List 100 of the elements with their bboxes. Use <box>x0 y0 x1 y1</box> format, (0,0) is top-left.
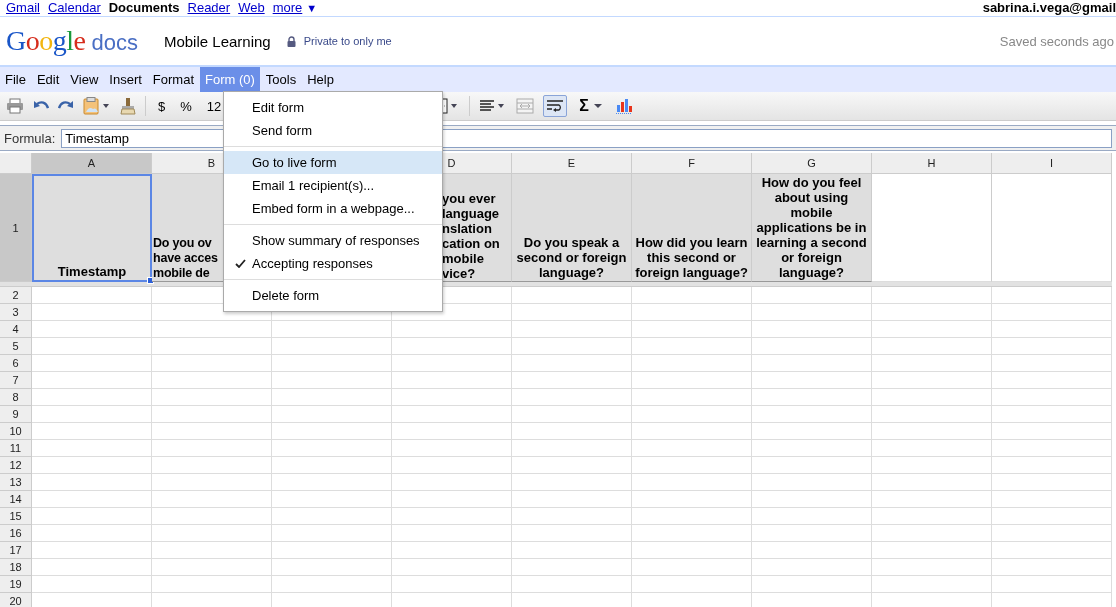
table-cell[interactable] <box>872 423 992 440</box>
row-header[interactable]: 5 <box>0 338 32 355</box>
table-cell[interactable] <box>152 406 272 423</box>
table-cell[interactable] <box>272 491 392 508</box>
menu-item[interactable]: File <box>0 67 31 92</box>
table-cell[interactable] <box>632 406 752 423</box>
table-cell[interactable] <box>152 389 272 406</box>
table-cell[interactable] <box>272 389 392 406</box>
account-email[interactable]: sabrina.i.vega@gmail <box>982 0 1116 15</box>
table-cell[interactable] <box>392 542 512 559</box>
table-cell[interactable] <box>632 576 752 593</box>
row-header[interactable]: 4 <box>0 321 32 338</box>
format-button[interactable]: $ <box>155 95 169 117</box>
table-cell[interactable] <box>872 576 992 593</box>
table-cell[interactable] <box>632 457 752 474</box>
table-cell[interactable] <box>512 576 632 593</box>
row-header[interactable]: 13 <box>0 474 32 491</box>
table-cell[interactable] <box>272 457 392 474</box>
select-all-corner[interactable] <box>0 153 32 174</box>
table-cell[interactable] <box>632 287 752 304</box>
table-cell[interactable] <box>32 542 152 559</box>
table-cell[interactable] <box>392 338 512 355</box>
table-cell[interactable] <box>392 440 512 457</box>
table-cell[interactable] <box>392 406 512 423</box>
table-cell[interactable] <box>392 355 512 372</box>
table-cell[interactable] <box>512 474 632 491</box>
row-header[interactable]: 14 <box>0 491 32 508</box>
table-cell[interactable] <box>32 321 152 338</box>
document-title[interactable]: Mobile Learning <box>163 32 271 50</box>
table-cell[interactable] <box>32 457 152 474</box>
table-cell[interactable] <box>992 287 1112 304</box>
table-cell[interactable] <box>152 423 272 440</box>
table-cell[interactable] <box>32 389 152 406</box>
row-header[interactable]: 19 <box>0 576 32 593</box>
table-cell[interactable] <box>392 372 512 389</box>
menu-item[interactable]: Insert <box>104 67 147 92</box>
menu-item[interactable]: View <box>65 67 104 92</box>
table-cell[interactable] <box>32 440 152 457</box>
table-cell[interactable] <box>872 338 992 355</box>
table-cell[interactable] <box>992 508 1112 525</box>
table-cell[interactable] <box>272 440 392 457</box>
bar-chart-icon[interactable] <box>614 98 633 114</box>
menu-option[interactable]: Email 1 recipient(s)... <box>224 174 442 197</box>
table-cell[interactable] <box>152 525 272 542</box>
table-cell[interactable] <box>752 491 872 508</box>
table-cell[interactable] <box>872 389 992 406</box>
table-cell[interactable] <box>872 457 992 474</box>
table-cell[interactable] <box>32 491 152 508</box>
table-cell[interactable] <box>32 355 152 372</box>
table-cell[interactable] <box>752 304 872 321</box>
row-header[interactable]: 17 <box>0 542 32 559</box>
table-cell[interactable] <box>272 372 392 389</box>
row-header[interactable]: 18 <box>0 559 32 576</box>
table-cell[interactable] <box>632 423 752 440</box>
table-cell[interactable] <box>992 576 1112 593</box>
table-cell[interactable] <box>632 542 752 559</box>
table-cell[interactable] <box>752 559 872 576</box>
menu-item[interactable]: Help <box>302 67 339 92</box>
table-cell[interactable] <box>152 508 272 525</box>
table-cell[interactable] <box>512 525 632 542</box>
table-cell[interactable] <box>752 457 872 474</box>
print-icon[interactable] <box>6 98 24 114</box>
table-cell[interactable] <box>512 389 632 406</box>
row-header[interactable]: 9 <box>0 406 32 423</box>
table-cell[interactable] <box>752 355 872 372</box>
row-header[interactable]: 7 <box>0 372 32 389</box>
menu-option[interactable]: Delete form <box>224 284 442 307</box>
table-cell[interactable] <box>992 525 1112 542</box>
nav-link[interactable]: more <box>272 0 303 15</box>
table-cell[interactable] <box>632 355 752 372</box>
table-cell[interactable] <box>152 338 272 355</box>
table-cell[interactable] <box>752 508 872 525</box>
row-header[interactable]: 11 <box>0 440 32 457</box>
table-cell[interactable] <box>512 321 632 338</box>
table-cell[interactable] <box>512 457 632 474</box>
table-cell[interactable] <box>752 406 872 423</box>
table-cell[interactable] <box>392 321 512 338</box>
row-header[interactable]: 3 <box>0 304 32 321</box>
table-cell[interactable] <box>872 559 992 576</box>
table-cell[interactable] <box>512 338 632 355</box>
table-cell[interactable] <box>272 406 392 423</box>
table-cell[interactable] <box>392 474 512 491</box>
sharing-status[interactable]: Private to only me <box>303 35 392 47</box>
table-cell[interactable] <box>152 355 272 372</box>
table-cell[interactable] <box>392 491 512 508</box>
table-cell[interactable] <box>752 338 872 355</box>
table-cell[interactable] <box>752 542 872 559</box>
column-header[interactable]: A <box>32 153 152 174</box>
table-cell[interactable] <box>272 525 392 542</box>
menu-item[interactable]: Tools <box>260 67 302 92</box>
nav-link[interactable]: Calendar <box>47 0 101 15</box>
table-cell[interactable] <box>512 542 632 559</box>
paint-format-icon[interactable] <box>120 97 136 115</box>
table-cell[interactable] <box>272 355 392 372</box>
table-cell[interactable] <box>992 338 1112 355</box>
table-cell[interactable] <box>512 304 632 321</box>
table-cell[interactable] <box>32 287 152 304</box>
table-cell[interactable] <box>512 559 632 576</box>
table-cell[interactable] <box>272 508 392 525</box>
table-cell[interactable] <box>392 389 512 406</box>
